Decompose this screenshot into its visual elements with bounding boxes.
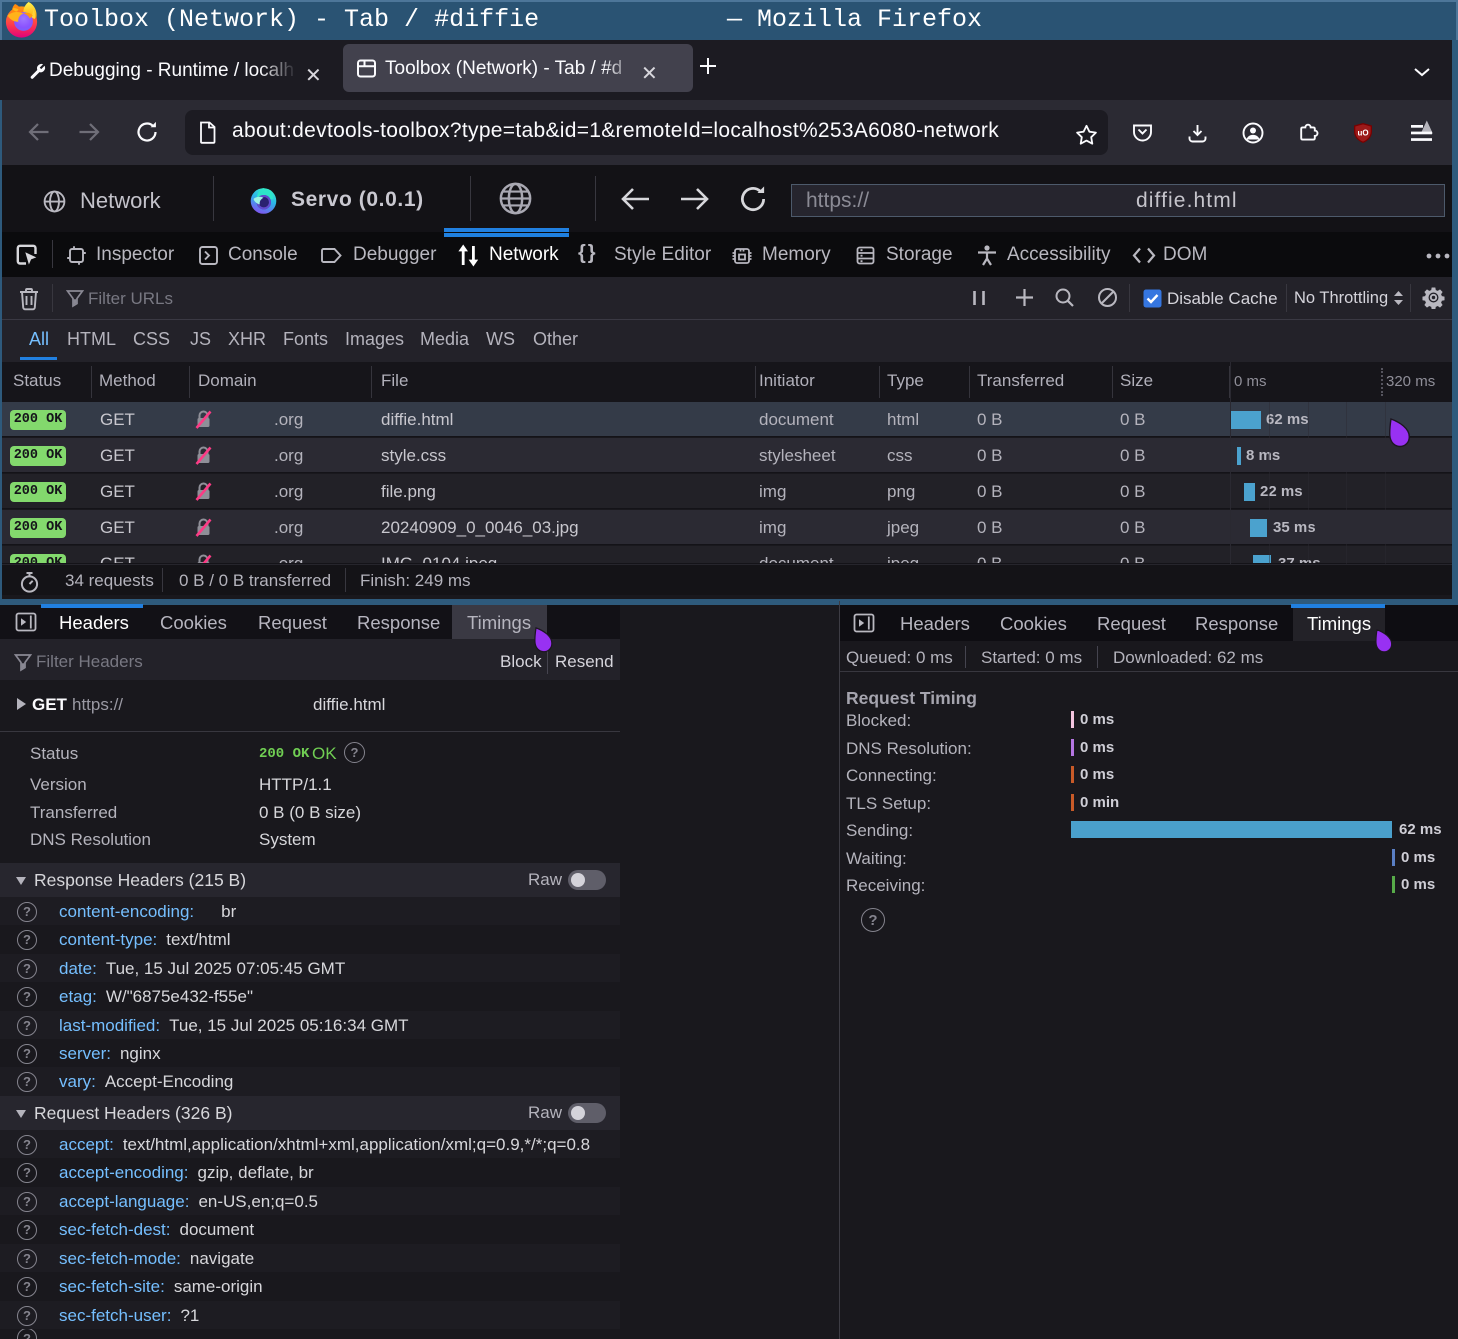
svg-text:uO: uO — [1357, 129, 1368, 138]
